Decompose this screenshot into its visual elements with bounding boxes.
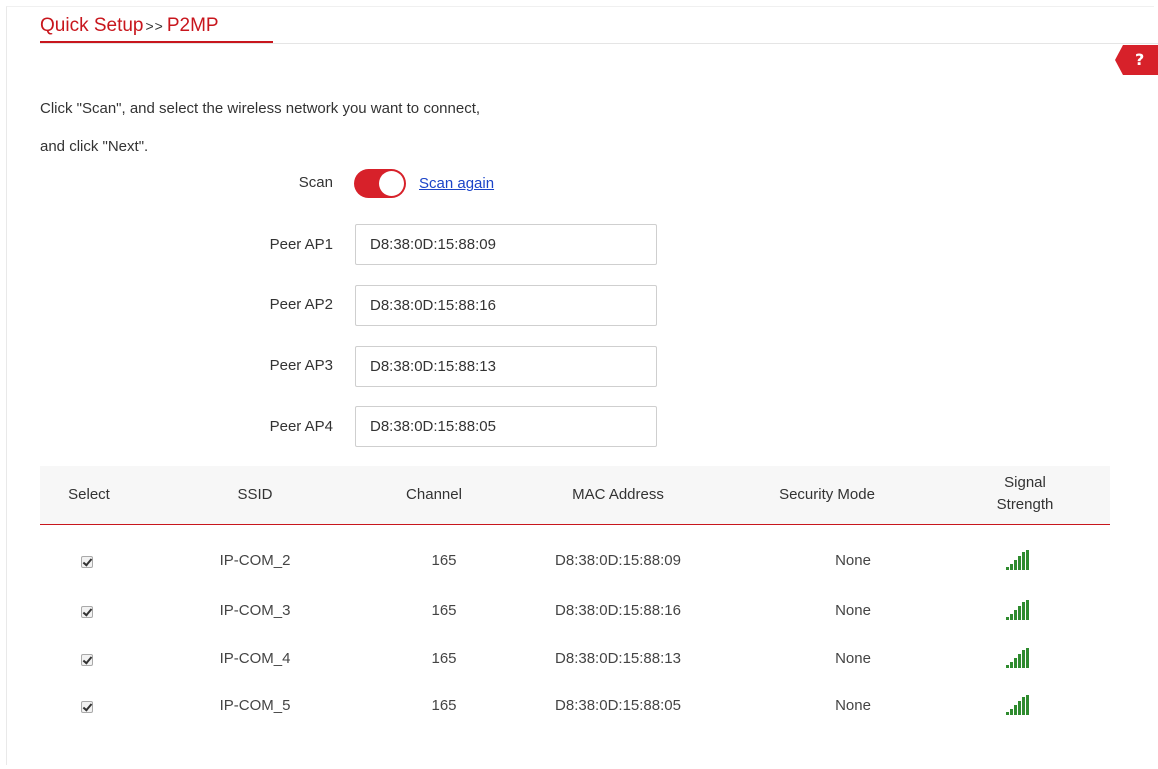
toggle-knob [379,171,404,196]
signal-bar [1010,662,1013,668]
breadcrumb: Quick Setup >> P2MP [40,13,219,39]
signal-bar [1010,709,1013,715]
instruction-line-1: Click "Scan", and select the wireless ne… [40,100,481,117]
signal-bar [1022,552,1025,570]
column-header-signal: Signal Strength [985,472,1065,516]
signal-bar [1014,658,1017,668]
signal-bar [1014,705,1017,715]
ssid-cell: IP-COM_3 [219,602,291,619]
peer-ap3-label: Peer AP3 [269,357,333,374]
signal-strength-icon [1006,550,1029,570]
signal-bar [1022,650,1025,668]
security-mode-cell: None [835,602,871,619]
signal-bar [1018,654,1021,668]
signal-bar [1026,550,1029,570]
signal-bar [1026,695,1029,715]
signal-bar [1006,617,1009,620]
signal-strength-icon [1006,600,1029,620]
mac-address-cell: D8:38:0D:15:88:05 [555,697,681,714]
signal-bar [1006,567,1009,570]
peer-ap4-label: Peer AP4 [269,418,333,435]
peer-ap1-field[interactable]: D8:38:0D:15:88:09 [355,224,657,265]
signal-bar [1014,610,1017,620]
breadcrumb-current: P2MP [166,15,219,36]
signal-bar [1018,606,1021,620]
peer-ap3-field[interactable]: D8:38:0D:15:88:13 [355,346,657,387]
signal-bar [1006,712,1009,715]
mac-address-cell: D8:38:0D:15:88:16 [555,602,681,619]
signal-strength-icon [1006,648,1029,668]
instruction-text: Click "Scan", and select the wireless ne… [40,90,480,166]
column-header-signal-line1: Signal [1004,474,1046,491]
breadcrumb-parent[interactable]: Quick Setup [40,15,144,36]
channel-cell: 165 [431,552,457,569]
signal-bar [1006,665,1009,668]
peer-ap2-field[interactable]: D8:38:0D:15:88:16 [355,285,657,326]
signal-bar [1014,560,1017,570]
column-header-signal-line2: Strength [996,496,1054,513]
breadcrumb-separator: >> [145,18,164,34]
ssid-cell: IP-COM_4 [219,650,291,667]
header-divider [40,43,1158,44]
instruction-line-2: and click "Next". [40,138,149,155]
select-checkbox[interactable] [81,606,93,618]
signal-bar [1026,648,1029,668]
channel-cell: 165 [431,697,457,714]
scan-toggle[interactable] [354,169,406,198]
signal-bar [1018,701,1021,715]
select-checkbox[interactable] [81,701,93,713]
select-checkbox[interactable] [81,556,93,568]
peer-ap1-label: Peer AP1 [269,236,333,253]
channel-cell: 165 [431,650,457,667]
channel-cell: 165 [431,602,457,619]
column-header-select: Select [68,486,110,503]
signal-bar [1018,556,1021,570]
ssid-cell: IP-COM_2 [219,552,291,569]
column-header-ssid: SSID [237,486,273,503]
peer-ap2-label: Peer AP2 [269,296,333,313]
signal-bar [1010,614,1013,620]
column-header-channel: Channel [406,486,462,503]
select-checkbox[interactable] [81,654,93,666]
scan-again-link[interactable]: Scan again [419,175,494,192]
scan-label: Scan [298,174,333,191]
ssid-cell: IP-COM_5 [219,697,291,714]
mac-address-cell: D8:38:0D:15:88:13 [555,650,681,667]
help-button[interactable]: ? [1115,45,1158,75]
column-header-security: Security Mode [779,486,875,503]
peer-ap4-field[interactable]: D8:38:0D:15:88:05 [355,406,657,447]
column-header-mac: MAC Address [572,486,664,503]
signal-bar [1022,697,1025,715]
signal-bar [1010,564,1013,570]
security-mode-cell: None [835,650,871,667]
table-header-rule [40,524,1110,525]
signal-bar [1026,600,1029,620]
mac-address-cell: D8:38:0D:15:88:09 [555,552,681,569]
security-mode-cell: None [835,552,871,569]
security-mode-cell: None [835,697,871,714]
signal-strength-icon [1006,695,1029,715]
help-icon: ? [1135,50,1145,69]
signal-bar [1022,602,1025,620]
